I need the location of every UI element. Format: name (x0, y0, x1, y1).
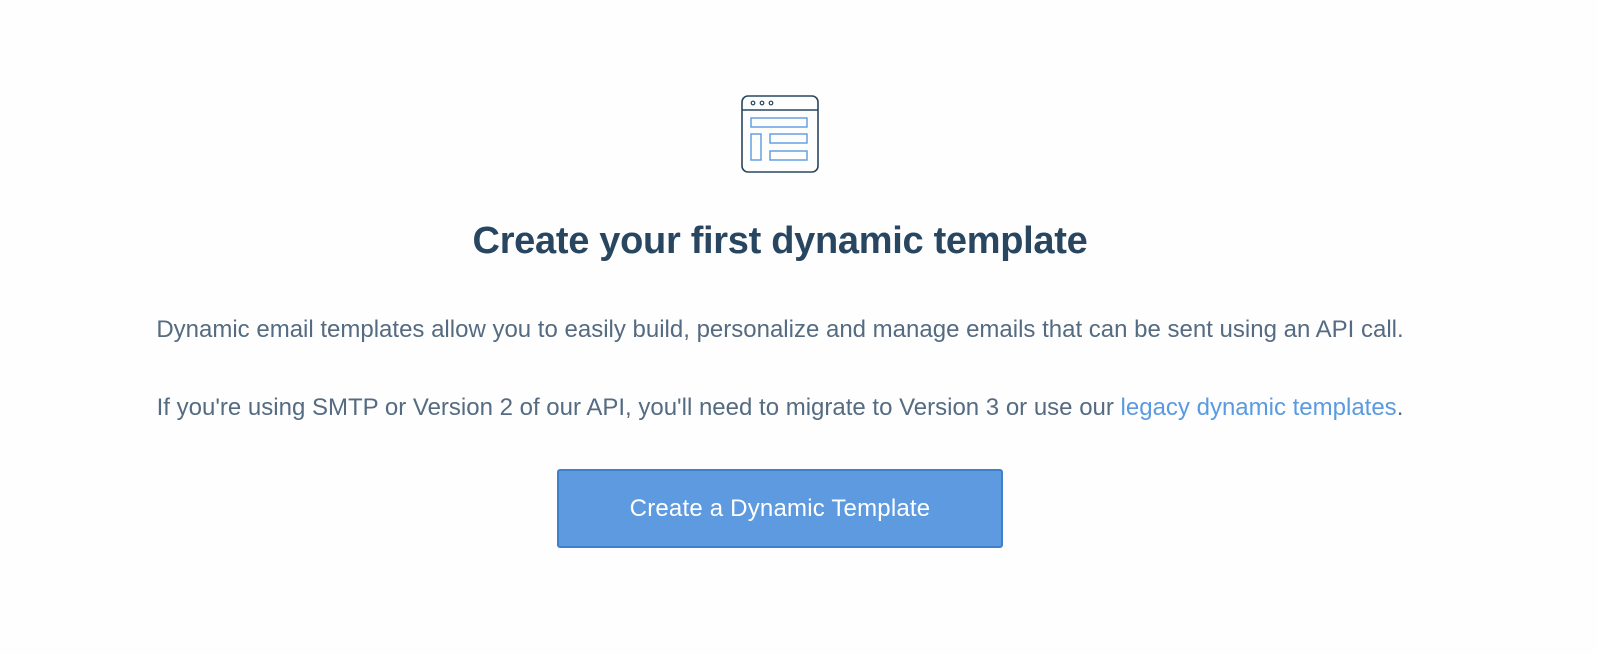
description-text: Dynamic email templates allow you to eas… (156, 316, 1404, 343)
empty-state: Create your first dynamic template Dynam… (0, 0, 1560, 548)
migration-note-text: If you're using SMTP or Version 2 of our… (156, 394, 1121, 421)
page-title: Create your first dynamic template (472, 220, 1088, 262)
page: Create your first dynamic template Dynam… (0, 0, 1598, 654)
create-dynamic-template-button[interactable]: Create a Dynamic Template (557, 469, 1003, 548)
legacy-dynamic-templates-link[interactable]: legacy dynamic templates (1121, 394, 1397, 421)
migration-note-period: . (1396, 394, 1404, 421)
browser-template-layout-icon (741, 95, 819, 173)
migration-note: If you're using SMTP or Version 2 of our… (157, 392, 1404, 424)
